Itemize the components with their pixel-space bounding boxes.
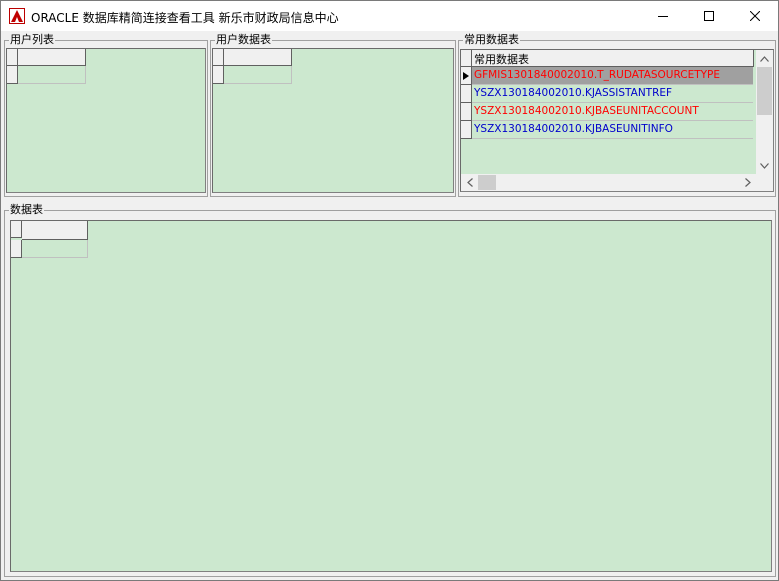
favorite-tables-panel: 常用数据表 常用数据表 GFMIS1301840002010.T_RUDATAS… xyxy=(458,33,776,197)
scrollbar-corner xyxy=(756,174,773,191)
minimize-button[interactable] xyxy=(640,1,686,31)
chevron-down-icon xyxy=(760,162,769,169)
scroll-right-button[interactable] xyxy=(739,174,756,191)
grid-cell[interactable] xyxy=(224,66,292,84)
row-header[interactable] xyxy=(461,85,472,103)
chevron-left-icon xyxy=(466,178,473,187)
favorite-table-row-4[interactable]: YSZX130184002010.KJBASEUNITINFO xyxy=(472,121,753,139)
favorite-tables-grid[interactable]: 常用数据表 GFMIS1301840002010.T_RUDATASOURCET… xyxy=(460,49,774,192)
column-header[interactable] xyxy=(18,49,86,66)
horizontal-scrollbar[interactable] xyxy=(461,174,756,191)
grid-corner[interactable] xyxy=(11,221,22,238)
data-table-panel: 数据表 xyxy=(4,203,776,577)
favorite-table-row-1[interactable]: GFMIS1301840002010.T_RUDATASOURCETYPE xyxy=(472,67,753,85)
vertical-scrollbar[interactable] xyxy=(756,50,773,174)
scroll-up-button[interactable] xyxy=(756,50,773,67)
row-header[interactable] xyxy=(461,121,472,139)
user-tables-panel: 用户数据表 xyxy=(210,33,456,197)
row-header[interactable] xyxy=(461,103,472,121)
favorite-table-row-3[interactable]: YSZX130184002010.KJBASEUNITACCOUNT xyxy=(472,103,753,121)
chevron-up-icon xyxy=(760,55,769,62)
vertical-scroll-thumb[interactable] xyxy=(757,67,772,115)
row-header[interactable] xyxy=(11,240,22,258)
maximize-button[interactable] xyxy=(686,1,732,31)
row-header[interactable] xyxy=(461,67,472,85)
row-header[interactable] xyxy=(213,66,224,84)
favorite-tables-column-header: 常用数据表 xyxy=(474,53,529,66)
row-header[interactable] xyxy=(7,66,18,84)
window-title: ORACLE 数据库精简连接查看工具 新乐市财政局信息中心 xyxy=(31,11,339,25)
minimize-icon xyxy=(658,16,668,17)
data-table-label: 数据表 xyxy=(9,203,44,217)
maximize-icon xyxy=(704,11,714,21)
grid-corner[interactable] xyxy=(461,50,472,67)
favorite-tables-label: 常用数据表 xyxy=(463,33,520,47)
main-window: ORACLE 数据库精简连接查看工具 新乐市财政局信息中心 用户列表 用户数据表 xyxy=(0,0,779,581)
close-button[interactable] xyxy=(732,1,778,31)
row-pointer-icon xyxy=(463,72,469,80)
column-header[interactable]: 常用数据表 xyxy=(472,50,754,67)
column-header[interactable] xyxy=(224,49,292,66)
title-bar[interactable]: ORACLE 数据库精简连接查看工具 新乐市财政局信息中心 xyxy=(1,1,778,31)
grid-cell[interactable] xyxy=(18,66,86,84)
close-icon xyxy=(750,11,760,21)
oracle-app-icon[interactable] xyxy=(9,8,25,24)
favorite-table-row-2[interactable]: YSZX130184002010.KJASSISTANTREF xyxy=(472,85,753,103)
grid-corner[interactable] xyxy=(7,49,18,66)
user-tables-label: 用户数据表 xyxy=(215,33,272,47)
user-list-panel: 用户列表 xyxy=(4,33,208,197)
grid-corner[interactable] xyxy=(213,49,224,66)
data-table-grid[interactable] xyxy=(10,220,772,572)
grid-cell[interactable] xyxy=(22,240,88,258)
column-header[interactable] xyxy=(22,221,88,240)
chevron-right-icon xyxy=(744,178,751,187)
horizontal-scroll-thumb[interactable] xyxy=(478,175,496,190)
scroll-down-button[interactable] xyxy=(756,157,773,174)
scroll-left-button[interactable] xyxy=(461,174,478,191)
user-tables-grid[interactable] xyxy=(212,48,454,193)
user-list-label: 用户列表 xyxy=(9,33,55,47)
user-list-grid[interactable] xyxy=(6,48,206,193)
